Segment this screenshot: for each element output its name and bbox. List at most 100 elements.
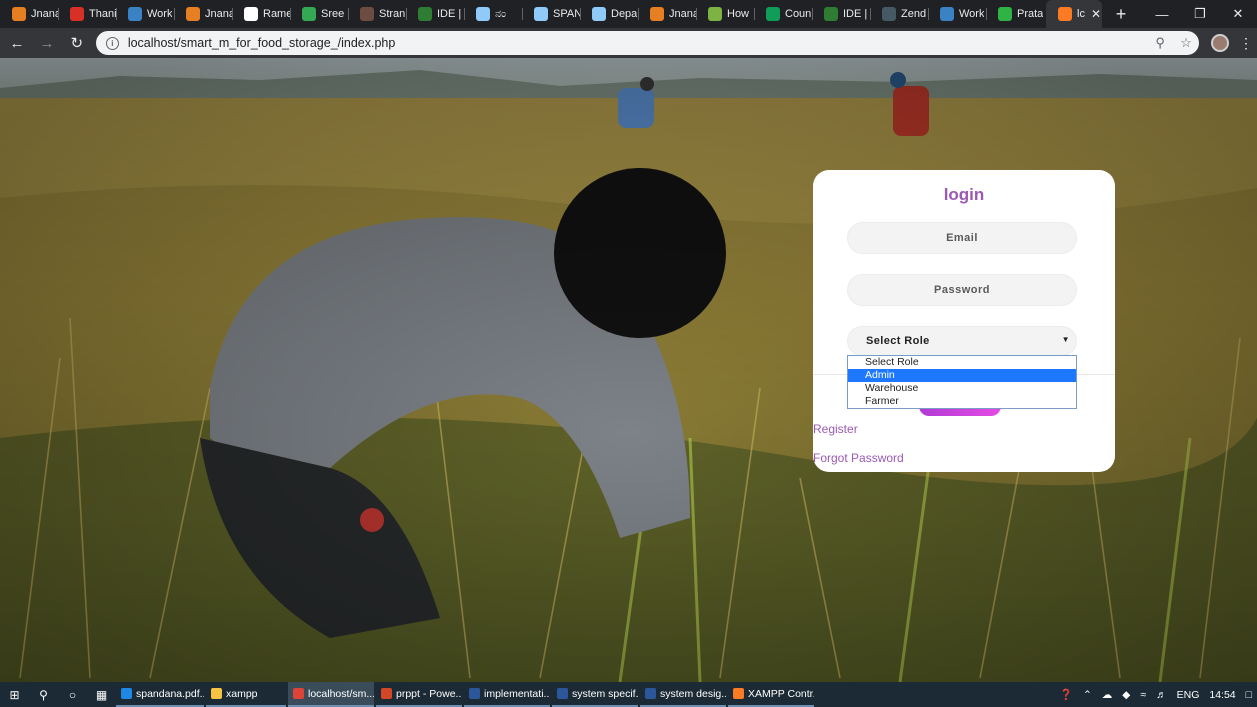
- browser-tab[interactable]: Depa: [580, 0, 638, 28]
- browser-tab-active[interactable]: lc ✕: [1046, 0, 1102, 28]
- url-text[interactable]: localhost/smart_m_for_food_storage_/inde…: [128, 36, 1147, 50]
- site-info-icon[interactable]: i: [105, 36, 119, 50]
- taskbar-app-label: system specif...: [572, 687, 638, 700]
- browser-tab-title: Depa: [611, 8, 638, 20]
- cortana-icon[interactable]: ○: [58, 682, 87, 707]
- taskbar-app[interactable]: system desig...: [640, 682, 726, 707]
- word-icon: [469, 688, 480, 699]
- image-icon: [302, 7, 316, 21]
- dropbox-icon[interactable]: ◆: [1122, 689, 1130, 701]
- browser-tab[interactable]: Work: [928, 0, 986, 28]
- role-option[interactable]: Farmer: [848, 395, 1076, 408]
- browser-toolbar: ← → ↻ i localhost/smart_m_for_food_stora…: [0, 28, 1257, 58]
- password-field[interactable]: Password: [847, 274, 1077, 306]
- doc-icon: [592, 7, 606, 21]
- language-indicator[interactable]: ENG: [1177, 689, 1200, 701]
- forward-arrow-icon[interactable]: →: [34, 30, 60, 56]
- browser-tab-title: lc: [1077, 8, 1085, 20]
- restore-icon[interactable]: ❐: [1181, 0, 1219, 28]
- minimize-icon[interactable]: —: [1143, 0, 1181, 28]
- close-tab-icon[interactable]: ✕: [1091, 7, 1101, 21]
- browser-tab[interactable]: Jnana: [174, 0, 232, 28]
- browser-tab-title: Jnana: [205, 8, 232, 20]
- close-window-icon[interactable]: ✕: [1219, 0, 1257, 28]
- taskbar-app[interactable]: implementati...: [464, 682, 550, 707]
- search-icon[interactable]: ⚲: [29, 682, 58, 707]
- browser-tab[interactable]: Jnana: [638, 0, 696, 28]
- address-bar[interactable]: i localhost/smart_m_for_food_storage_/in…: [95, 31, 1200, 55]
- gmail-icon: [70, 7, 84, 21]
- ide-icon: [418, 7, 432, 21]
- browser-tab-title: Jnana: [669, 8, 696, 20]
- back-arrow-icon[interactable]: ←: [4, 30, 30, 56]
- taskbar-app-label: prppt - Powe...: [396, 687, 462, 700]
- taskbar-app[interactable]: prppt - Powe...: [376, 682, 462, 707]
- clock[interactable]: 14:54: [1209, 689, 1235, 701]
- word-icon: [645, 688, 656, 699]
- browser-tab[interactable]: Rame: [232, 0, 290, 28]
- browser-tab-title: How: [727, 8, 750, 20]
- show-hidden-icons-icon[interactable]: ⌃: [1083, 689, 1092, 701]
- wikipedia-icon: [244, 7, 258, 21]
- windows-start-icon[interactable]: ⊞: [0, 682, 29, 707]
- task-view-icon[interactable]: ▦: [87, 682, 116, 707]
- taskbar-app[interactable]: localhost/sm...: [288, 682, 374, 707]
- notifications-icon[interactable]: □: [1246, 689, 1252, 701]
- taskbar-app[interactable]: XAMPP Contr...: [728, 682, 814, 707]
- role-dropdown-list: Select Role Admin Warehouse Farmer: [847, 355, 1077, 409]
- role-option[interactable]: Warehouse: [848, 382, 1076, 395]
- browser-tab[interactable]: Work: [116, 0, 174, 28]
- browser-tab-title: Rame: [263, 8, 290, 20]
- login-card: login Email Password Select Role ▼ Regis…: [813, 170, 1115, 472]
- browser-tab-title: Work: [147, 8, 173, 20]
- edge-icon: [121, 688, 132, 699]
- browser-tab-title: Work: [959, 8, 985, 20]
- browser-tab[interactable]: IDE |: [406, 0, 464, 28]
- browser-tab[interactable]: Zend: [870, 0, 928, 28]
- role-option[interactable]: Select Role: [848, 356, 1076, 369]
- browser-tab[interactable]: Stran: [348, 0, 406, 28]
- browser-tab[interactable]: IDE |: [812, 0, 870, 28]
- taskbar-app[interactable]: xampp: [206, 682, 286, 707]
- browser-tab[interactable]: Prata: [986, 0, 1044, 28]
- sun-icon: [650, 7, 664, 21]
- word-icon: [557, 688, 568, 699]
- globe-icon: [708, 7, 722, 21]
- reload-icon[interactable]: ↻: [64, 30, 90, 56]
- taskbar-app[interactable]: spandana.pdf...: [116, 682, 204, 707]
- browser-tab-title: Zend: [901, 8, 927, 20]
- wave-icon: [128, 7, 142, 21]
- bookmark-star-icon[interactable]: ☆: [1173, 35, 1199, 51]
- volume-icon[interactable]: ♬: [1156, 689, 1167, 701]
- browser-tab[interactable]: How: [696, 0, 754, 28]
- browser-tab[interactable]: Coun: [754, 0, 812, 28]
- browser-tab[interactable]: Sree: [290, 0, 348, 28]
- zoom-icon[interactable]: ⚲: [1147, 35, 1173, 51]
- role-select[interactable]: Select Role ▼: [847, 326, 1077, 356]
- wave-icon: [940, 7, 954, 21]
- taskbar-app-label: spandana.pdf...: [136, 687, 204, 700]
- onedrive-icon[interactable]: ☁: [1102, 689, 1113, 701]
- h-icon: [998, 7, 1012, 21]
- register-link[interactable]: Register: [813, 422, 858, 436]
- wifi-icon[interactable]: ≈: [1140, 689, 1146, 701]
- login-title: login: [943, 185, 985, 204]
- browser-tab[interactable]: Jnana: [0, 0, 58, 28]
- browser-tab[interactable]: ನಂ: [464, 0, 522, 28]
- browser-tab[interactable]: SPAN: [522, 0, 580, 28]
- email-field[interactable]: Email: [847, 222, 1077, 254]
- profile-avatar[interactable]: [1211, 34, 1230, 52]
- forgot-password-link[interactable]: Forgot Password: [813, 451, 904, 465]
- taskbar-app-label: implementati...: [484, 687, 550, 700]
- role-select-value: Select Role: [866, 335, 930, 347]
- taskbar-app[interactable]: system specif...: [552, 682, 638, 707]
- chrome-icon: [293, 688, 304, 699]
- taskbar-app-label: localhost/sm...: [308, 687, 374, 700]
- browser-tab[interactable]: Thani: [58, 0, 116, 28]
- browser-tab-title: Thani: [89, 8, 116, 20]
- role-option[interactable]: Admin: [848, 369, 1076, 382]
- browser-tab-title: Jnana: [31, 8, 58, 20]
- kebab-menu-icon[interactable]: ⋮: [1235, 35, 1257, 52]
- help-icon[interactable]: ❓: [1060, 688, 1073, 701]
- new-tab-button[interactable]: +: [1106, 0, 1136, 28]
